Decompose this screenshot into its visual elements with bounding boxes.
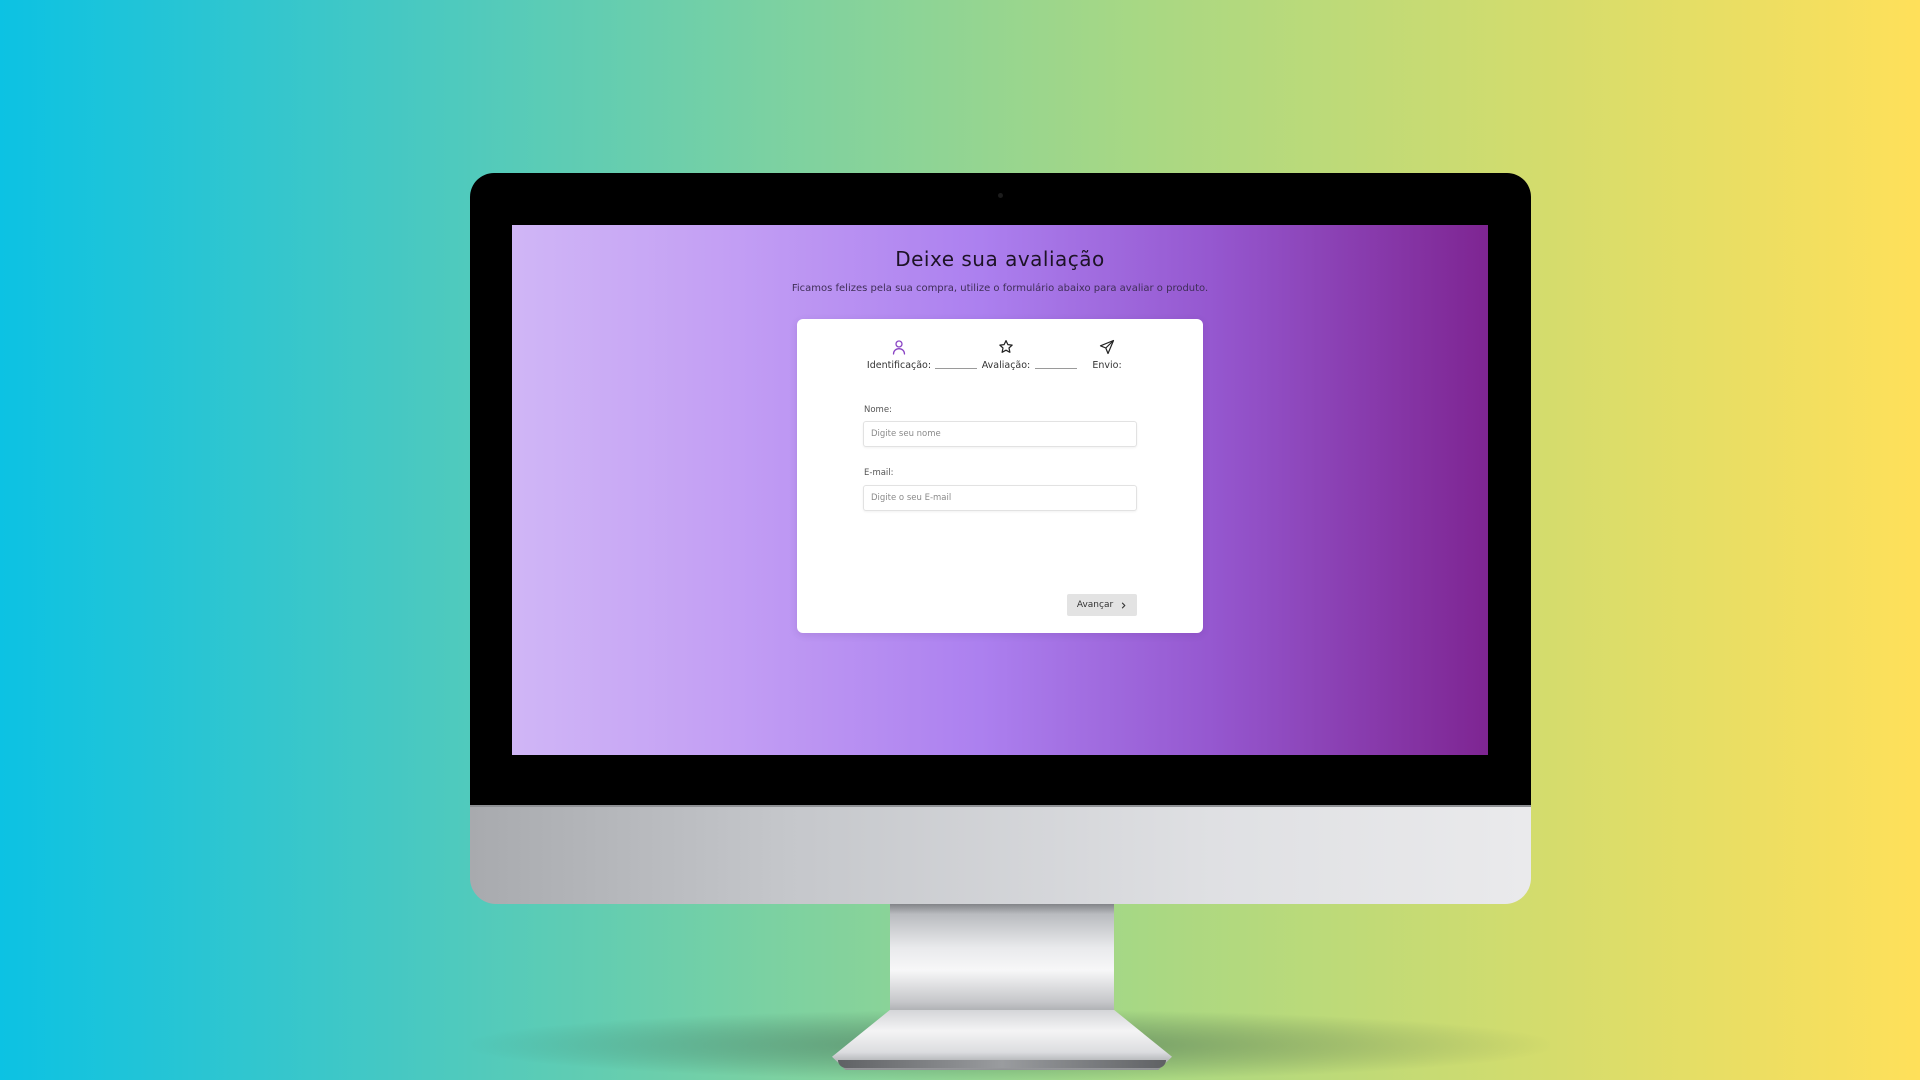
next-button-label: Avançar <box>1076 600 1114 610</box>
imac-mockup: Deixe sua avaliação Ficamos felizes pela… <box>0 0 1920 1080</box>
imac-chin-divider <box>470 805 1531 807</box>
send-icon <box>1099 339 1115 355</box>
name-input[interactable] <box>863 421 1137 447</box>
email-input[interactable] <box>863 485 1137 511</box>
name-label: Nome: <box>864 405 892 415</box>
step-label: Envio: <box>1092 360 1122 371</box>
step-identification[interactable]: Identificação: <box>854 339 944 371</box>
step-label: Avaliação: <box>981 360 1031 371</box>
user-icon <box>892 340 906 355</box>
imac-stand <box>890 903 1114 1015</box>
step-send[interactable]: Envio: <box>1062 339 1152 371</box>
next-button[interactable]: Avançar <box>1067 594 1137 616</box>
imac-stand-base-edge <box>838 1060 1166 1068</box>
imac-chin <box>470 805 1531 904</box>
email-label: E-mail: <box>864 468 894 478</box>
review-form-card: Identificação: Avaliação: Envio: Nome: D… <box>797 319 1203 633</box>
camera-icon <box>998 193 1003 198</box>
imac-screen: Deixe sua avaliação Ficamos felizes pela… <box>512 225 1488 755</box>
step-label: Identificação: <box>866 360 932 371</box>
chevron-right-icon <box>1122 602 1126 608</box>
step-rating[interactable]: Avaliação: <box>961 339 1051 371</box>
step-indicator: Identificação: Avaliação: Envio: <box>797 339 1203 379</box>
page-subtitle: Ficamos felizes pela sua compra, utilize… <box>791 283 1209 294</box>
star-icon <box>999 340 1013 353</box>
page-title: Deixe sua avaliação <box>895 247 1105 271</box>
